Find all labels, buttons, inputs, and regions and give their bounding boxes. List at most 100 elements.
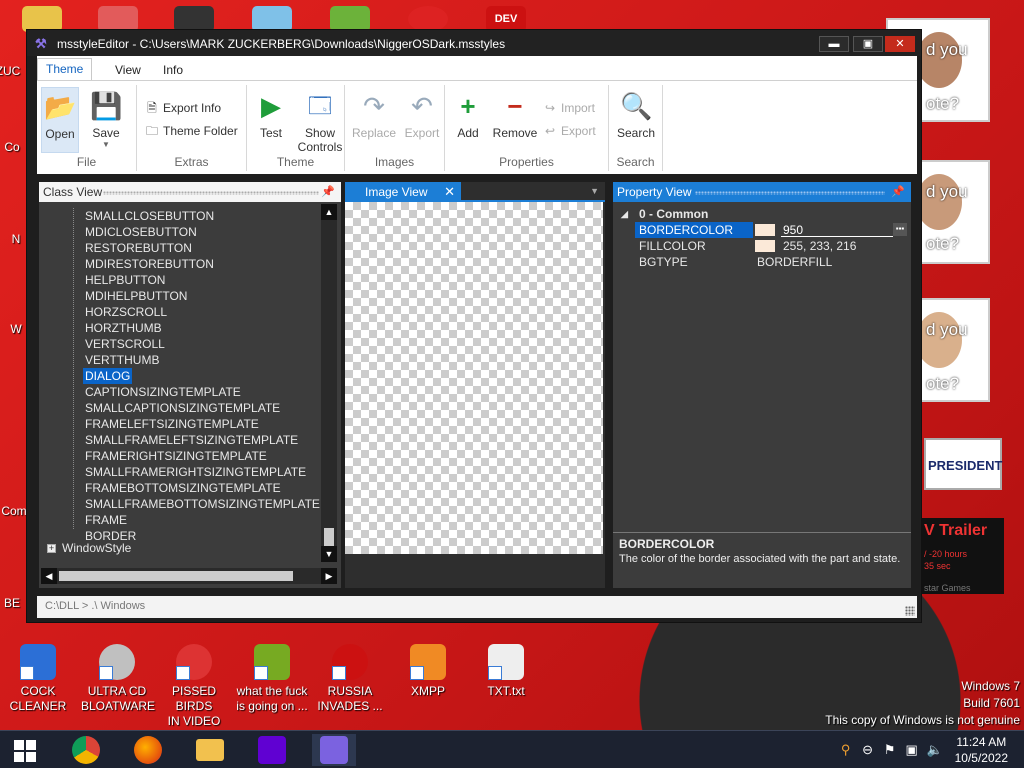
tab-image-view[interactable]: Image View ✕: [345, 182, 461, 202]
show-controls-label: Controls: [297, 140, 343, 154]
export-info-button[interactable]: 🗎 Export Info: [145, 101, 221, 115]
network-icon[interactable]: ▣: [905, 743, 919, 757]
expand-icon[interactable]: +: [47, 543, 56, 553]
title-bar[interactable]: ⚒ msstyleEditor - C:\Users\MARK ZUCKERBE…: [27, 30, 921, 56]
property-name: FILLCOLOR: [639, 239, 706, 253]
show-controls-button[interactable]: 🗔 Show Controls: [295, 87, 345, 154]
taskbar-explorer[interactable]: [188, 734, 232, 766]
trailer-ad-sub: 35 sec: [924, 561, 951, 571]
tree-item[interactable]: SMALLFRAMELEFTSIZINGTEMPLATE: [83, 432, 300, 448]
tree-item[interactable]: CAPTIONSIZINGTEMPLATE: [83, 384, 243, 400]
desktop-icon-what-the[interactable]: what the fuck is going on ...: [236, 644, 308, 714]
property-group-row[interactable]: ◢ 0 - Common: [613, 206, 911, 222]
tab-theme[interactable]: Theme: [37, 58, 93, 80]
export-property-button[interactable]: ↩ Export: [543, 124, 596, 138]
tab-info[interactable]: Info: [155, 60, 191, 80]
tree-item[interactable]: HORZSCROLL: [83, 304, 169, 320]
class-view-vscrollbar[interactable]: ▲ ▼: [321, 204, 337, 562]
theme-folder-button[interactable]: 🗀 Theme Folder: [145, 124, 238, 138]
scroll-thumb[interactable]: [324, 528, 334, 546]
tree-item[interactable]: RESTOREBUTTON: [83, 240, 194, 256]
scroll-right-arrow-icon[interactable]: ▶: [321, 568, 337, 584]
desktop-icon-pissed-birds[interactable]: PISSED BIRDS IN VIDEO G...: [158, 644, 230, 744]
tree-node-windowstyle[interactable]: + WindowStyle: [47, 541, 131, 555]
minus-circle-icon[interactable]: ⊖: [861, 743, 875, 757]
import-property-button[interactable]: ↪ Import: [543, 101, 595, 115]
property-view-panel: Property View 📌 ◢ 0 - Common BORDERCOLOR…: [613, 182, 911, 588]
clock[interactable]: 11:24 AM 10/5/2022: [955, 734, 1008, 766]
replace-button[interactable]: ↷ Replace: [351, 87, 397, 140]
tree-item[interactable]: SMALLFRAMEBOTTOMSIZINGTEMPLATE: [83, 496, 322, 512]
taskbar-firefox[interactable]: [126, 734, 170, 766]
taskbar-chrome[interactable]: [64, 734, 108, 766]
open-button[interactable]: 📂 Open: [41, 87, 79, 153]
start-button[interactable]: [14, 740, 36, 762]
add-property-button[interactable]: + Add: [449, 87, 487, 140]
tree-item[interactable]: MDIRESTOREBUTTON: [83, 256, 216, 272]
close-button[interactable]: ✕: [885, 36, 915, 52]
desktop-icon-label: INVADES ...: [317, 699, 383, 713]
clock-date: 10/5/2022: [954, 751, 1008, 765]
desktop-icon-label: RUSSIA: [327, 684, 373, 698]
import-label: Import: [561, 101, 596, 115]
tab-view[interactable]: View: [107, 60, 149, 80]
resize-grip[interactable]: [905, 606, 915, 616]
taskbar-yahoo[interactable]: [250, 734, 294, 766]
ribbon-group-images: ↷ Replace ↶ Export Images: [345, 85, 445, 171]
taskbar-msstyleeditor[interactable]: [312, 734, 356, 766]
trailer-ad[interactable]: V Trailer / -20 hours 35 sec star Games: [920, 518, 1004, 594]
desktop-icon-txt[interactable]: TXT.txt: [470, 644, 542, 699]
save-label: Save: [92, 126, 120, 140]
test-button[interactable]: ▶ Test: [251, 87, 291, 140]
desktop-icon-cock-cleaner[interactable]: COCK CLEANER: [2, 644, 74, 714]
tree-item[interactable]: FRAMERIGHTSIZINGTEMPLATE: [83, 448, 269, 464]
tree-item[interactable]: FRAMELEFTSIZINGTEMPLATE: [83, 416, 261, 432]
tree-item[interactable]: HELPBUTTON: [83, 272, 167, 288]
maximize-button[interactable]: ▣: [853, 36, 883, 52]
tree-item[interactable]: SMALLCLOSEBUTTON: [83, 208, 216, 224]
desktop-icon-ultra-cd[interactable]: ULTRA CD BLOATWARE: [81, 644, 155, 714]
tab-dropdown-icon[interactable]: ▼: [590, 186, 599, 196]
system-tray: ⚲ ⊖ ⚑ ▣ 🔈 11:24 AM 10/5/2022: [839, 731, 1024, 768]
ribbon-group-search: 🔍 Search Search: [609, 85, 663, 171]
property-value-input[interactable]: 950: [781, 222, 893, 237]
minimize-button[interactable]: ▬: [819, 36, 849, 52]
remove-property-button[interactable]: − Remove: [491, 87, 539, 140]
tree-item[interactable]: DIALOG: [83, 368, 133, 384]
save-button[interactable]: 💾 Save ▼: [83, 87, 129, 149]
volume-icon[interactable]: 🔈: [927, 743, 943, 757]
scroll-left-arrow-icon[interactable]: ◀: [41, 568, 57, 584]
tree-item[interactable]: HORZTHUMB: [83, 320, 164, 336]
tree-item[interactable]: VERTTHUMB: [83, 352, 161, 368]
class-view-hscrollbar[interactable]: ◀ ▶: [41, 568, 337, 584]
property-row-fillcolor[interactable]: FILLCOLOR 255, 233, 216: [613, 238, 911, 254]
scroll-thumb[interactable]: [59, 571, 293, 581]
tree-item[interactable]: FRAME: [83, 512, 129, 528]
property-row-bgtype[interactable]: BGTYPE BORDERFILL: [613, 254, 911, 270]
panel-grip: [695, 191, 885, 195]
tree-item[interactable]: SMALLFRAMERIGHTSIZINGTEMPLATE: [83, 464, 308, 480]
collapse-icon[interactable]: ◢: [621, 206, 628, 222]
close-tab-icon[interactable]: ✕: [444, 184, 455, 200]
tree-item[interactable]: VERTSCROLL: [83, 336, 167, 352]
search-icon[interactable]: ⚲: [839, 743, 853, 757]
flag-icon[interactable]: ⚑: [883, 743, 897, 757]
show-controls-label: Show: [304, 126, 336, 140]
status-bar: C:\DLL > .\ Windows: [37, 596, 917, 618]
tree-item[interactable]: SMALLCAPTIONSIZINGTEMPLATE: [83, 400, 282, 416]
export-image-button[interactable]: ↶ Export: [399, 87, 445, 140]
pin-icon[interactable]: 📌: [891, 185, 905, 198]
pin-icon[interactable]: 📌: [321, 185, 335, 198]
president-ad[interactable]: PRESIDENT: [924, 438, 1002, 490]
search-button[interactable]: 🔍 Search: [611, 87, 661, 140]
desktop-icon-russia[interactable]: RUSSIA INVADES ...: [314, 644, 386, 714]
tree-item[interactable]: FRAMEBOTTOMSIZINGTEMPLATE: [83, 480, 283, 496]
property-row-bordercolor[interactable]: BORDERCOLOR 950 ▪▪▪: [613, 222, 911, 238]
desktop-icon-xmpp[interactable]: XMPP: [392, 644, 464, 699]
tree-item[interactable]: MDIHELPBUTTON: [83, 288, 189, 304]
color-swatch: [755, 240, 775, 252]
ellipsis-button-icon[interactable]: ▪▪▪: [893, 223, 907, 236]
tree-item[interactable]: MDICLOSEBUTTON: [83, 224, 199, 240]
scroll-up-arrow-icon[interactable]: ▲: [321, 204, 337, 220]
scroll-down-arrow-icon[interactable]: ▼: [321, 546, 337, 562]
